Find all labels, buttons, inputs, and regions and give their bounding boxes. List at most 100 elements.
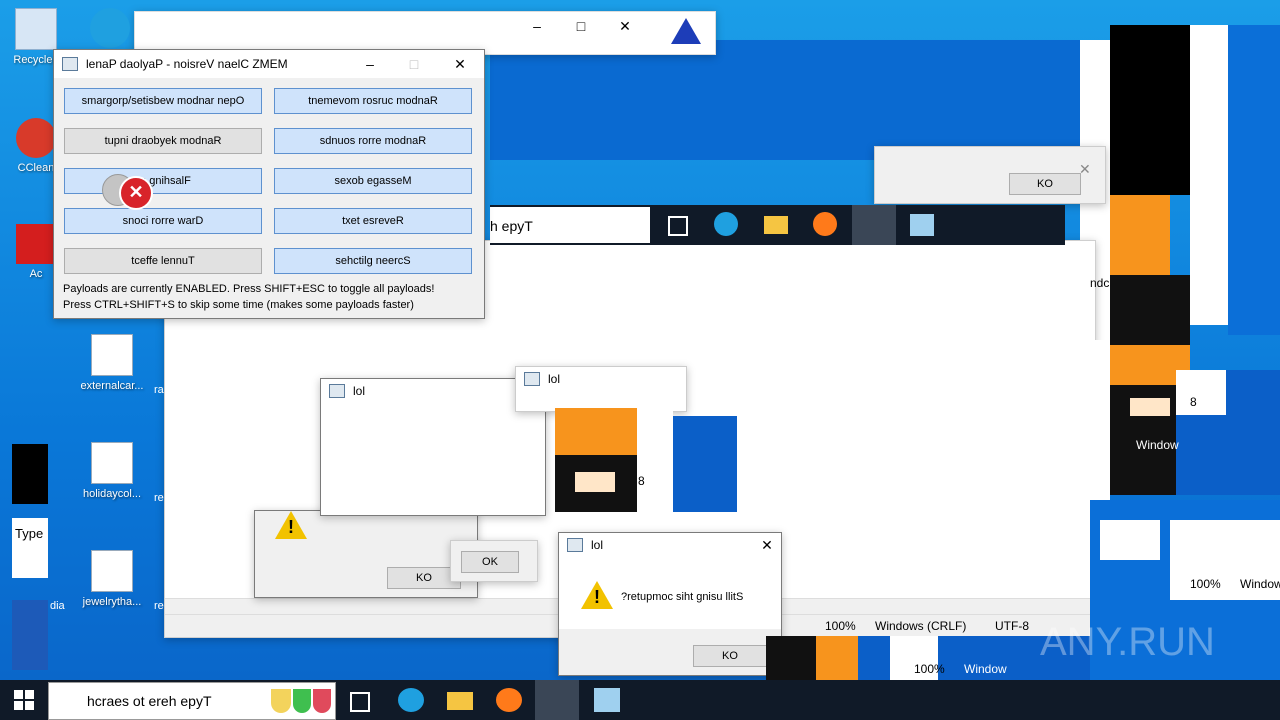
window-fragment: Window — [964, 662, 1007, 676]
glitch-column-blue — [1228, 25, 1280, 335]
memz-window-icon[interactable] — [535, 680, 579, 720]
stray-number: 8 — [1190, 395, 1197, 409]
ok-dialog-right: KO ✕ — [874, 146, 1106, 204]
desktop-label-frag: dia — [50, 600, 65, 612]
memz-titlebar: lenaP daolyaP - noisreV naelC ZMEM – □ ✕ — [54, 50, 484, 78]
glitch-search-text: h epyT — [490, 218, 533, 234]
glitch-black-1 — [1110, 275, 1190, 345]
lol-titlebar: lol ✕ — [559, 533, 781, 557]
task-view-icon[interactable] — [668, 216, 688, 236]
payload-button[interactable]: ss gnihsalF — [64, 168, 262, 194]
error-icon: ✕ — [119, 176, 153, 210]
desktop-label-frag: ra — [154, 384, 164, 396]
notepad-icon[interactable] — [910, 214, 934, 236]
close-icon[interactable]: ✕ — [1079, 161, 1091, 178]
ok-button[interactable]: KO — [1009, 173, 1081, 195]
lol-dialog-front: lol ✕ ?retupmoc siht gnisu llitS KO — [558, 532, 782, 676]
stray-number: 8 — [638, 474, 645, 488]
close-button[interactable]: ✕ — [603, 12, 647, 40]
payload-button[interactable]: smargorp/setisbew modnar nepO — [64, 88, 262, 114]
status-line-2: Press CTRL+SHIFT+S to skip some time (ma… — [63, 299, 414, 311]
glitch-bg-window — [490, 40, 1090, 160]
glitch-left-black — [12, 444, 48, 504]
lab-icon — [313, 689, 331, 713]
lol-title: lol — [591, 538, 604, 552]
window-app-icon — [329, 384, 345, 398]
word-file-icon — [91, 550, 133, 592]
lol-dialog: lol — [515, 366, 687, 412]
dialog-message: ?retupmoc siht gnisu llitS — [621, 591, 744, 603]
window-app-icon — [62, 57, 78, 71]
window-app-icon — [524, 372, 540, 386]
minimize-button[interactable]: – — [515, 12, 559, 40]
lol-title: lol — [353, 384, 366, 398]
edge-icon[interactable] — [714, 212, 738, 236]
payload-button[interactable]: sehctilg neercS — [274, 248, 472, 274]
status-line-1: Payloads are currently ENABLED. Press SH… — [63, 283, 435, 295]
desktop-icon-holidaycol[interactable]: holidaycol... — [76, 442, 148, 500]
glitch-white-4 — [1100, 520, 1160, 560]
glitch-cream — [1130, 398, 1170, 416]
folder-icon[interactable] — [447, 692, 473, 710]
lol-titlebar: lol — [516, 367, 686, 391]
acrobat-icon — [16, 224, 56, 264]
payload-button[interactable]: sexob egasseM — [274, 168, 472, 194]
start-button[interactable] — [14, 690, 34, 710]
payload-button[interactable]: snoci rorre warD — [64, 208, 262, 234]
maximize-button[interactable]: □ — [392, 50, 436, 78]
glitch-column-white — [1190, 25, 1228, 325]
desktop-icon-externalcar[interactable]: externalcar... — [76, 334, 148, 392]
glitch-tile-white — [637, 408, 673, 512]
edge-icon — [90, 8, 130, 48]
zoom-fragment: 100% — [1190, 577, 1221, 591]
notepad-icon[interactable] — [594, 688, 620, 712]
window-fragment-2: Window — [1240, 577, 1280, 591]
glitch-tile-blue — [673, 416, 737, 512]
ok-button[interactable]: OK — [461, 551, 519, 573]
window-app-icon — [567, 538, 583, 552]
zoom-fragment: 100% — [914, 662, 945, 676]
payload-button[interactable]: tceffe lennuT — [64, 248, 262, 274]
firefox-icon[interactable] — [496, 688, 522, 712]
firefox-icon[interactable] — [813, 212, 837, 236]
minimize-button[interactable]: – — [348, 50, 392, 78]
maximize-button[interactable]: □ — [559, 12, 603, 40]
warning-icon — [275, 511, 307, 539]
folder-icon[interactable] — [764, 216, 788, 234]
task-view-icon[interactable] — [350, 692, 370, 712]
zoom-level: 100% — [825, 619, 856, 633]
lol-dialog: lol ✕ — [320, 378, 546, 516]
ccleaner-icon — [16, 118, 56, 158]
desktop-icon-jewelrytha[interactable]: jewelrytha... — [76, 550, 148, 608]
word-file-icon — [91, 442, 133, 484]
glitch-column-black — [1110, 25, 1190, 195]
taskbar-search-box[interactable]: hcraes ot ereh epyT — [48, 682, 336, 720]
close-button[interactable]: ✕ — [745, 533, 789, 557]
payload-button[interactable]: sdnuos rorre modnaR — [274, 128, 472, 154]
memz-title: lenaP daolyaP - noisreV naelC ZMEM — [86, 57, 288, 71]
ok-button[interactable]: KO — [693, 645, 767, 667]
lab-icon — [293, 689, 311, 713]
image-file-icon — [91, 334, 133, 376]
desktop-icon-edge[interactable] — [74, 8, 146, 52]
window-icon[interactable] — [852, 205, 896, 245]
glitch-white-2 — [1176, 370, 1226, 415]
edge-icon[interactable] — [398, 688, 424, 712]
payload-button[interactable]: txet esreveR — [274, 208, 472, 234]
glitch-orange-1 — [1110, 195, 1170, 275]
window-fragment: Window — [1136, 438, 1179, 452]
lol-dialog: OK — [450, 540, 538, 582]
lab-icon — [271, 689, 291, 713]
glitch-white-3 — [1090, 340, 1110, 500]
glitch-left-blue — [12, 600, 48, 670]
payload-button[interactable]: tnemevom rosruc modnaR — [274, 88, 472, 114]
lol-dialog: KO — [254, 510, 478, 598]
desktop-label-frag: re — [154, 492, 164, 504]
payload-button[interactable]: tupni draobyek modnaR — [64, 128, 262, 154]
close-button[interactable]: ✕ — [438, 50, 482, 78]
glitch-tile-cream — [575, 472, 615, 492]
desktop-label-frag: re — [154, 600, 164, 612]
type-fragment: Type — [15, 526, 44, 541]
lol-title: lol — [548, 372, 561, 386]
lol-titlebar: lol ✕ — [321, 379, 545, 403]
